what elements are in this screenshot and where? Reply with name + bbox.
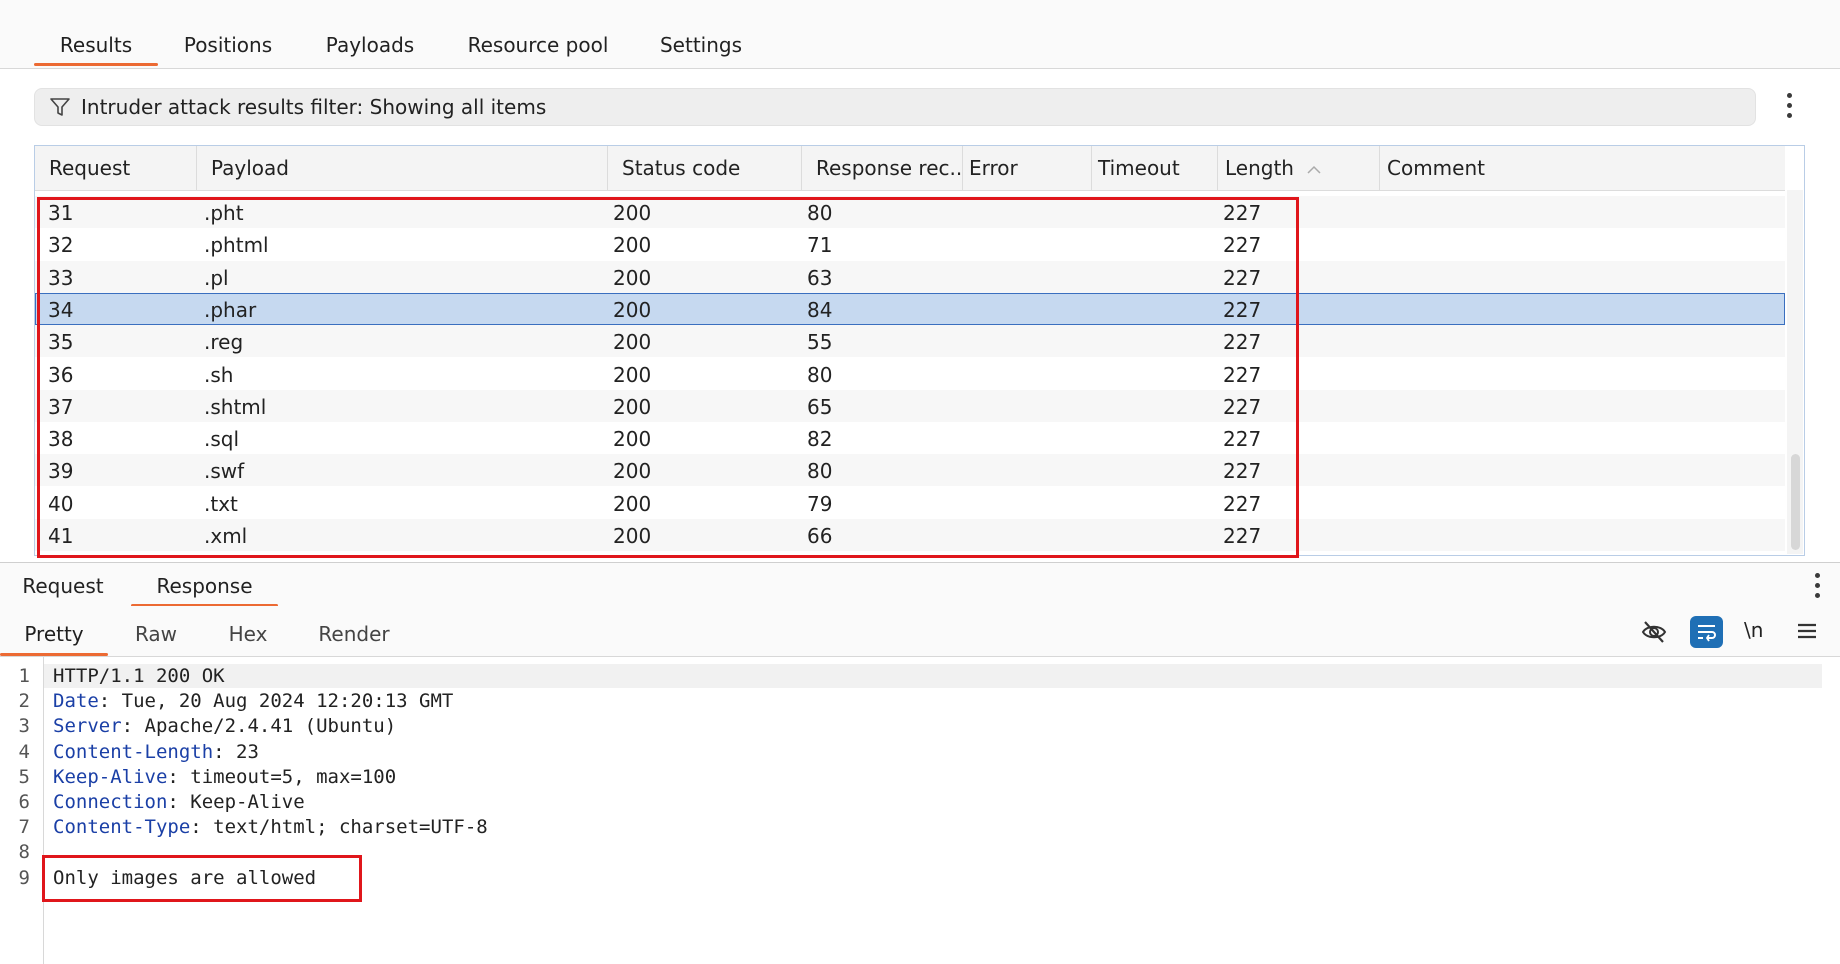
line-number: 5 (18, 765, 30, 788)
header-value: HTTP/1.1 200 OK (53, 665, 225, 687)
col-length-label: Length (1225, 156, 1294, 180)
sort-ascending-icon (1307, 165, 1321, 174)
results-filter-bar[interactable]: Intruder attack results filter: Showing … (34, 88, 1756, 126)
table-scrollbar[interactable] (1787, 190, 1803, 554)
word-wrap-icon[interactable] (1690, 616, 1723, 648)
tab-resource-pool[interactable]: Resource pool (460, 30, 616, 68)
header-name: Date (53, 690, 99, 713)
header-value: : Tue, 20 Aug 2024 12:20:13 GMT (98, 690, 454, 713)
line-number: 4 (18, 740, 30, 763)
tab-request[interactable]: Request (13, 563, 113, 607)
col-comment[interactable]: Comment (1380, 146, 1785, 190)
header-value: : Apache/2.4.41 (Ubuntu) (121, 715, 397, 738)
line-number: 1 (18, 665, 30, 687)
line-number: 6 (18, 791, 30, 813)
tab-hex[interactable]: Hex (212, 606, 284, 656)
line-number: 2 (18, 690, 30, 713)
header-name: Connection (53, 791, 168, 813)
response-line: Keep-Alive: timeout=5, max=100 (53, 766, 396, 788)
attack-tabs: Results Positions Payloads Resource pool… (0, 0, 1840, 69)
col-request[interactable]: Request (35, 146, 197, 190)
filter-icon (50, 98, 70, 116)
highlight-box-body (42, 855, 362, 902)
response-editor[interactable]: 1 HTTP/1.1 200 OK 2 Date: Tue, 20 Aug 2024 … (0, 657, 1840, 964)
line-number: 3 (18, 715, 30, 738)
detail-tabs: Request Response (0, 562, 1840, 608)
table-header: Request Payload Status code Response rec… (35, 146, 1785, 191)
tab-payloads[interactable]: Payloads (312, 30, 428, 68)
header-name: Content-Type (53, 816, 191, 839)
header-value: : text/html; charset=UTF-8 (190, 816, 488, 839)
col-payload[interactable]: Payload (197, 146, 608, 190)
newline-icon[interactable]: \n (1744, 618, 1763, 642)
header-name: Content-Length (53, 740, 214, 763)
hide-eye-icon[interactable] (1640, 618, 1668, 646)
col-timeout[interactable]: Timeout (1092, 146, 1218, 190)
line-number: 8 (18, 841, 30, 864)
line-number: 9 (18, 866, 30, 889)
highlight-box-results (37, 197, 1299, 558)
col-response-received[interactable]: Response rec... (802, 146, 963, 190)
response-line: Server: Apache/2.4.41 (Ubuntu) (53, 715, 396, 737)
header-name: Server (53, 715, 122, 738)
response-line: Content-Length: 23 (53, 741, 259, 763)
view-tabs: Pretty Raw Hex Render \n (0, 606, 1840, 657)
response-line: Content-Type: text/html; charset=UTF-8 (53, 816, 488, 838)
header-value: : 23 (213, 740, 259, 763)
response-line: Date: Tue, 20 Aug 2024 12:20:13 GMT (53, 690, 453, 712)
hamburger-menu-icon[interactable] (1796, 620, 1818, 642)
header-value: : timeout=5, max=100 (167, 765, 397, 788)
col-status-code[interactable]: Status code (608, 146, 802, 190)
line-number: 7 (18, 816, 30, 839)
detail-menu-icon[interactable] (1813, 573, 1821, 601)
col-length[interactable]: Length (1218, 146, 1380, 190)
tab-render[interactable]: Render (310, 606, 398, 656)
tab-settings[interactable]: Settings (650, 30, 752, 68)
header-value: : Keep-Alive (167, 791, 305, 813)
tab-raw[interactable]: Raw (120, 606, 192, 656)
tab-positions[interactable]: Positions (170, 30, 286, 68)
current-line-highlight (44, 664, 1822, 688)
tab-response[interactable]: Response (131, 563, 278, 607)
filter-menu-icon[interactable] (1785, 93, 1793, 121)
response-line: HTTP/1.1 200 OK (53, 665, 225, 687)
header-name: Keep-Alive (53, 765, 168, 788)
response-line: Connection: Keep-Alive (53, 791, 305, 813)
tab-results[interactable]: Results (34, 30, 158, 68)
filter-text: Intruder attack results filter: Showing … (81, 95, 547, 119)
scrollbar-thumb[interactable] (1791, 454, 1800, 550)
col-error[interactable]: Error (963, 146, 1092, 190)
tab-pretty[interactable]: Pretty (0, 606, 108, 656)
